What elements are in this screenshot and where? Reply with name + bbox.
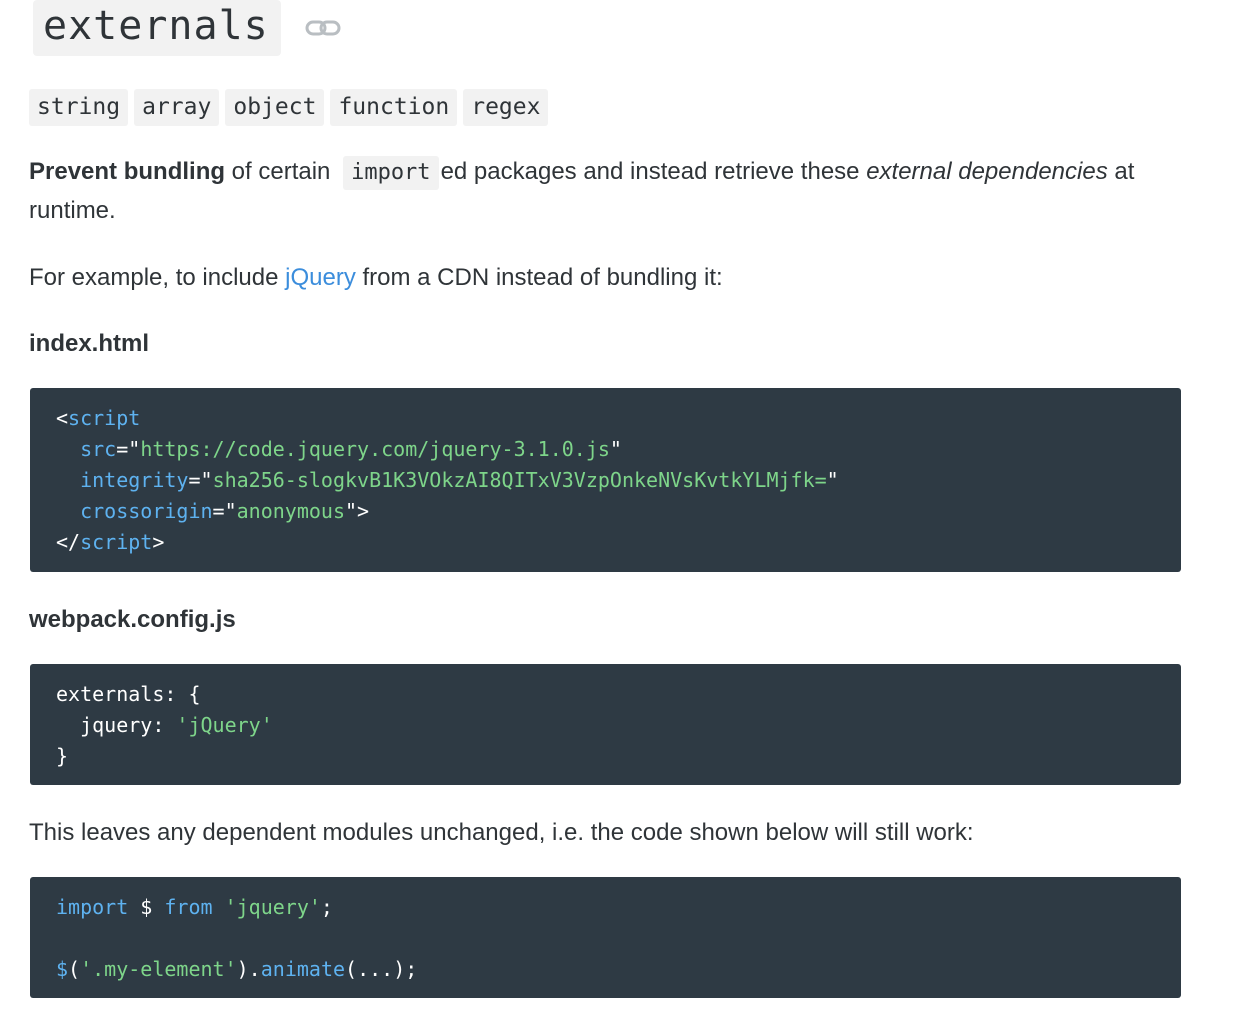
code-token: script (80, 530, 153, 554)
code-token: animate (260, 957, 346, 981)
intro-text-1: of certain (225, 158, 338, 185)
code-block-usage: import $ from 'jquery'; $('.my-element').… (30, 877, 1181, 998)
intro-paragraph: Prevent bundling of certain import ed pac… (29, 152, 1179, 230)
code-token: script (68, 406, 141, 430)
code-token: import (56, 895, 129, 919)
type-tags: string array object function regex (29, 89, 554, 126)
code-token: '.my-element' (80, 957, 237, 981)
code-token: sha256-slogkvB1K3VOkzAI8QITxV3VzpOnkeNVs… (212, 468, 827, 492)
code-token: " (826, 468, 839, 492)
type-tag-regex: regex (463, 89, 549, 126)
type-tag-string: string (29, 89, 129, 126)
code-token: ). (236, 957, 261, 981)
code-line: </script> (56, 527, 1155, 558)
code-line: jquery: 'jQuery' (56, 710, 1155, 741)
type-tag-array: array (134, 89, 220, 126)
file-label-index-html: index.html (29, 330, 150, 357)
code-line: <script (56, 403, 1155, 434)
code-token: https://code.jquery.com/jquery-3.1.0.js (140, 437, 610, 461)
code-line: src="https://code.jquery.com/jquery-3.1.… (56, 434, 1155, 465)
code-token: 'jquery' (224, 895, 321, 919)
code-token: externals: { (56, 682, 201, 706)
code-token: "> (345, 499, 370, 523)
code-block-webpack-config: externals: { jquery: 'jQuery'} (30, 664, 1181, 785)
code-line: crossorigin="anonymous"> (56, 496, 1155, 527)
code-token: integrity (80, 468, 189, 492)
example-paragraph: For example, to include jQuery from a CD… (29, 258, 723, 297)
code-line: externals: { (56, 679, 1155, 710)
code-line: } (56, 741, 1155, 772)
code-token: jquery: (80, 713, 177, 737)
code-token: anonymous (236, 499, 346, 523)
leaves-paragraph: This leaves any dependent modules unchan… (29, 819, 974, 846)
code-token: </ (56, 530, 81, 554)
code-token: (...); (345, 957, 418, 981)
inline-code-import: import (343, 156, 439, 190)
code-block-index-html: <script src="https://code.jquery.com/jqu… (30, 388, 1181, 572)
type-tag-function: function (330, 89, 458, 126)
code-token: =" (212, 499, 237, 523)
code-token: ( (68, 957, 81, 981)
example-text-1: For example, to include (29, 264, 286, 291)
section-title: externals (33, 0, 281, 56)
code-token: =" (188, 468, 213, 492)
code-token: src (80, 437, 117, 461)
code-token: $ (128, 895, 165, 919)
code-token: " (609, 437, 622, 461)
code-line: import $ from 'jquery'; (56, 892, 1155, 923)
jquery-link[interactable]: jQuery (285, 264, 356, 291)
code-line: integrity="sha256-slogkvB1K3VOkzAI8QITxV… (56, 465, 1155, 496)
intro-emphasis: external dependencies (866, 158, 1108, 185)
link-icon[interactable] (305, 18, 341, 38)
code-token: from (164, 895, 213, 919)
code-token: < (56, 406, 69, 430)
code-line: $('.my-element').animate(...); (56, 954, 1155, 985)
file-label-webpack-config: webpack.config.js (29, 606, 236, 633)
heading-row: externals (33, 0, 341, 56)
intro-bold: Prevent bundling (29, 158, 226, 185)
code-token: crossorigin (80, 499, 213, 523)
code-token: > (152, 530, 165, 554)
type-tag-object: object (225, 89, 325, 126)
code-token: 'jQuery' (176, 713, 273, 737)
intro-text-2: ed packages and instead retrieve these (440, 158, 867, 185)
code-token: ; (320, 895, 333, 919)
code-token: } (56, 744, 69, 768)
code-token: $ (56, 957, 69, 981)
code-token: =" (116, 437, 141, 461)
example-text-2: from a CDN instead of bundling it: (355, 264, 723, 291)
